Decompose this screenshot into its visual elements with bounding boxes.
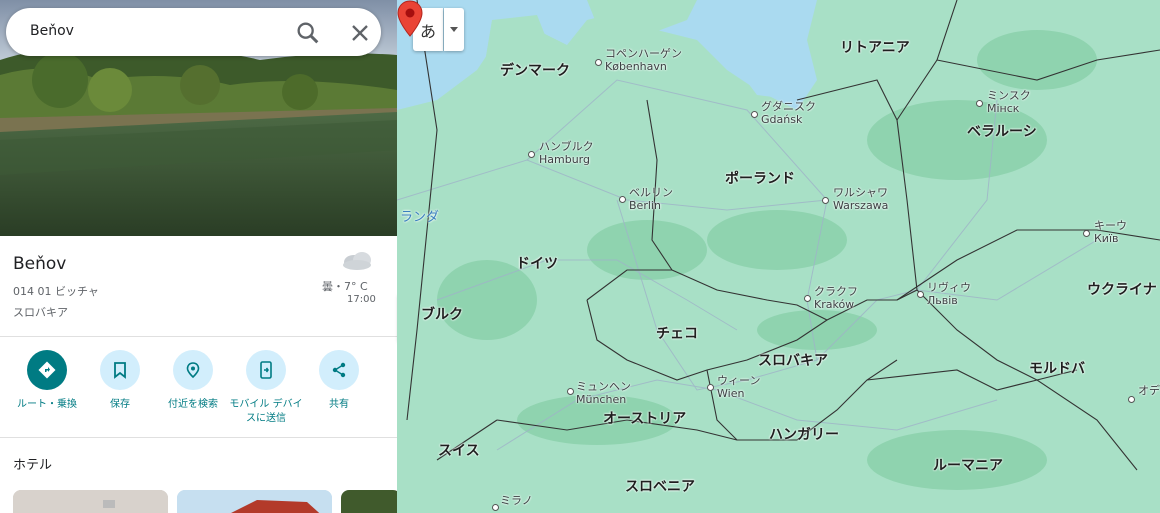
city-dot xyxy=(567,388,574,395)
country-label: ベラルーシ xyxy=(967,124,1037,140)
hotel-thumbnail[interactable] xyxy=(13,490,168,513)
city-label[interactable]: ベルリン Berlin xyxy=(629,186,673,212)
country-label: ウクライナ xyxy=(1087,282,1157,298)
country-label: スイス xyxy=(438,443,480,459)
place-country: スロバキア xyxy=(13,306,68,319)
country-label: ドイツ xyxy=(516,256,558,272)
place-postal: 014 01 ビッチャ xyxy=(13,285,99,298)
divider xyxy=(0,336,397,337)
search-icon[interactable] xyxy=(294,19,322,47)
city-label[interactable]: グダニスク Gdańsk xyxy=(761,100,816,126)
hotel-thumbnail[interactable] xyxy=(341,490,397,513)
place-title: Beňov xyxy=(13,254,67,274)
city-label[interactable]: キーウ Київ xyxy=(1094,219,1127,245)
country-label: モルドバ xyxy=(1029,361,1085,377)
save-label: 保存 xyxy=(110,399,130,410)
send-to-phone-icon xyxy=(246,350,286,390)
directions-button[interactable]: ルート・乗換 xyxy=(7,350,87,412)
city-label[interactable]: ウィーン Wien xyxy=(717,374,760,400)
city-label[interactable]: クラクフ Kraków xyxy=(814,285,858,311)
save-button[interactable]: 保存 xyxy=(80,350,160,412)
share-icon xyxy=(319,350,359,390)
country-label: ブルク xyxy=(421,307,463,323)
country-label: ルーマニア xyxy=(933,458,1003,474)
country-label: チェコ xyxy=(656,326,698,342)
city-label[interactable]: ミラノ xyxy=(500,494,533,507)
search-box: Beňov xyxy=(6,8,381,56)
language-dropdown-button[interactable] xyxy=(444,8,464,51)
country-label: リトアニア xyxy=(840,40,910,56)
city-label[interactable]: ミンスク Мінск xyxy=(987,89,1031,115)
place-panel: Beňov Beňov 014 01 ビッチャ スロバキア 曇・7° C 17:… xyxy=(0,0,398,513)
city-dot xyxy=(707,384,714,391)
country-label: オーストリア xyxy=(603,411,687,427)
country-label: ハンガリー xyxy=(769,427,839,443)
city-dot xyxy=(619,196,626,203)
map-canvas[interactable]: デンマーク リトアニア ベラルーシ ポーランド ドイツ チェコ スロバキア ウク… xyxy=(397,0,1160,513)
city-dot xyxy=(528,151,535,158)
search-input[interactable]: Beňov xyxy=(30,23,74,39)
weather-temp: 曇・7° C xyxy=(322,280,368,293)
city-dot xyxy=(751,111,758,118)
share-button[interactable]: 共有 xyxy=(299,350,379,412)
city-label[interactable]: ハンブルク Hamburg xyxy=(539,140,594,166)
hotel-thumbnail[interactable] xyxy=(177,490,332,513)
nearby-label: 付近を検索 xyxy=(168,399,218,410)
country-label: デンマーク xyxy=(500,63,570,79)
divider xyxy=(0,437,397,438)
country-label: スロバキア xyxy=(758,353,828,369)
directions-label: ルート・乗換 xyxy=(17,399,77,410)
city-dot xyxy=(917,291,924,298)
send-to-phone-label: モバイル デバイスに送信 xyxy=(229,399,303,424)
directions-icon xyxy=(27,350,67,390)
country-label: スロベニア xyxy=(625,479,695,495)
city-label[interactable]: リヴィウ Львів xyxy=(927,281,971,307)
nearby-button[interactable]: 付近を検索 xyxy=(153,350,233,412)
nearby-icon xyxy=(173,350,213,390)
city-dot xyxy=(595,59,602,66)
city-label[interactable]: ワルシャワ Warszawa xyxy=(833,186,888,212)
city-dot xyxy=(492,504,499,511)
country-label: ポーランド xyxy=(725,171,795,187)
send-to-phone-button[interactable]: モバイル デバイスに送信 xyxy=(226,350,306,426)
close-icon[interactable] xyxy=(346,19,374,47)
cloud-icon xyxy=(343,252,371,270)
location-pin-icon[interactable] xyxy=(397,0,423,38)
city-dot xyxy=(822,197,829,204)
city-dot xyxy=(1128,396,1135,403)
country-label: ランダ xyxy=(400,210,440,225)
city-label[interactable]: コペンハーゲン København xyxy=(605,47,682,73)
city-dot xyxy=(1083,230,1090,237)
bookmark-icon xyxy=(100,350,140,390)
city-dot xyxy=(976,100,983,107)
caret-down-icon xyxy=(450,27,458,32)
share-label: 共有 xyxy=(329,399,349,410)
weather-time: 17:00 xyxy=(347,294,376,305)
city-dot xyxy=(804,295,811,302)
city-label[interactable]: オデ xyxy=(1138,384,1160,397)
hotels-heading: ホテル xyxy=(13,458,53,473)
city-label[interactable]: ミュンヘン München xyxy=(576,380,631,406)
